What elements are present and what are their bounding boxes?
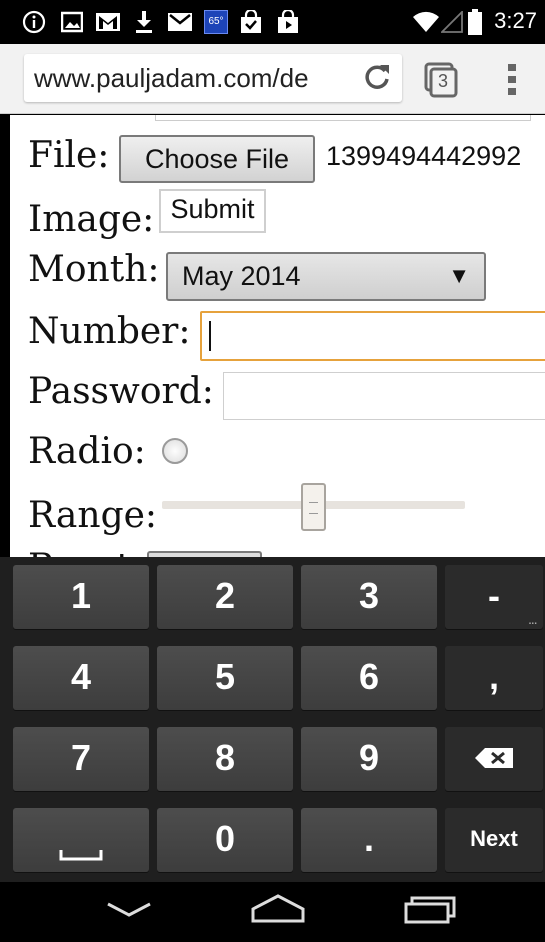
key-minus-label: - xyxy=(488,575,500,616)
shopping-bag-icon xyxy=(238,10,264,34)
key-1[interactable]: 1 xyxy=(13,565,149,629)
reload-icon[interactable] xyxy=(360,60,394,94)
gmail-icon xyxy=(95,10,121,34)
dropdown-arrow-icon: ▼ xyxy=(448,263,470,288)
status-bar: 65° 3:27 xyxy=(0,0,545,44)
info-icon xyxy=(22,10,46,34)
web-page: File: Choose File 1399494442992 Image: S… xyxy=(10,115,545,557)
key-5[interactable]: 5 xyxy=(157,646,293,710)
wifi-icon xyxy=(412,10,440,34)
month-label: Month: xyxy=(28,249,160,290)
key-4[interactable]: 4 xyxy=(13,646,149,710)
play-store-icon xyxy=(275,10,301,34)
key-7[interactable]: 7 xyxy=(13,727,149,791)
key-0[interactable]: 0 xyxy=(157,808,293,872)
numeric-keyboard: 1 2 3 - ... 4 5 6 , 7 8 9 0 . Next xyxy=(0,557,545,882)
month-value: May 2014 xyxy=(182,261,301,291)
image-label: Image: xyxy=(28,199,155,240)
download-icon xyxy=(133,10,155,34)
radio-label: Radio: xyxy=(28,431,146,472)
file-name: 1399494442992 xyxy=(326,141,522,171)
key-period[interactable]: . xyxy=(301,808,437,872)
key-comma[interactable]: , xyxy=(445,646,543,710)
backspace-key[interactable] xyxy=(445,727,543,791)
radio-button[interactable] xyxy=(162,438,188,464)
home-icon[interactable] xyxy=(248,882,308,942)
key-8[interactable]: 8 xyxy=(157,727,293,791)
file-label: File: xyxy=(28,135,110,176)
next-key[interactable]: Next xyxy=(445,808,543,872)
weather-icon: 65° xyxy=(204,10,228,34)
browser-toolbar: www.pauljadam.com/de 3 xyxy=(0,44,545,114)
key-6[interactable]: 6 xyxy=(301,646,437,710)
clock: 3:27 xyxy=(494,8,537,33)
key-minus-hint: ... xyxy=(528,616,537,627)
mail-icon xyxy=(167,10,193,34)
partial-label: Reset: xyxy=(28,547,143,557)
number-label: Number: xyxy=(28,311,191,352)
month-select[interactable]: May 2014 ▼ xyxy=(166,252,486,301)
image-icon xyxy=(60,10,84,34)
back-icon[interactable] xyxy=(104,882,154,942)
tab-switcher-button[interactable]: 3 xyxy=(424,62,458,98)
key-9[interactable]: 9 xyxy=(301,727,437,791)
text-caret xyxy=(209,321,211,351)
menu-icon[interactable] xyxy=(505,62,519,98)
battery-icon xyxy=(468,9,482,35)
password-label: Password: xyxy=(28,371,214,412)
navigation-bar xyxy=(0,882,545,942)
signal-icon xyxy=(441,10,463,34)
backspace-icon xyxy=(475,748,513,768)
submit-button[interactable]: Submit xyxy=(159,189,266,233)
password-input[interactable] xyxy=(223,372,545,420)
recents-icon[interactable] xyxy=(402,882,458,942)
range-label: Range: xyxy=(28,495,158,536)
key-2[interactable]: 2 xyxy=(157,565,293,629)
space-key[interactable] xyxy=(13,808,149,872)
choose-file-button[interactable]: Choose File xyxy=(119,135,315,183)
tab-count: 3 xyxy=(438,71,449,91)
range-slider-thumb[interactable] xyxy=(301,483,326,531)
previous-input-field[interactable] xyxy=(155,115,531,121)
url-text: www.pauljadam.com/de xyxy=(34,63,309,93)
key-minus[interactable]: - ... xyxy=(445,565,543,629)
url-bar[interactable]: www.pauljadam.com/de xyxy=(24,54,402,102)
number-input[interactable] xyxy=(200,311,545,361)
space-icon xyxy=(59,850,103,861)
key-3[interactable]: 3 xyxy=(301,565,437,629)
